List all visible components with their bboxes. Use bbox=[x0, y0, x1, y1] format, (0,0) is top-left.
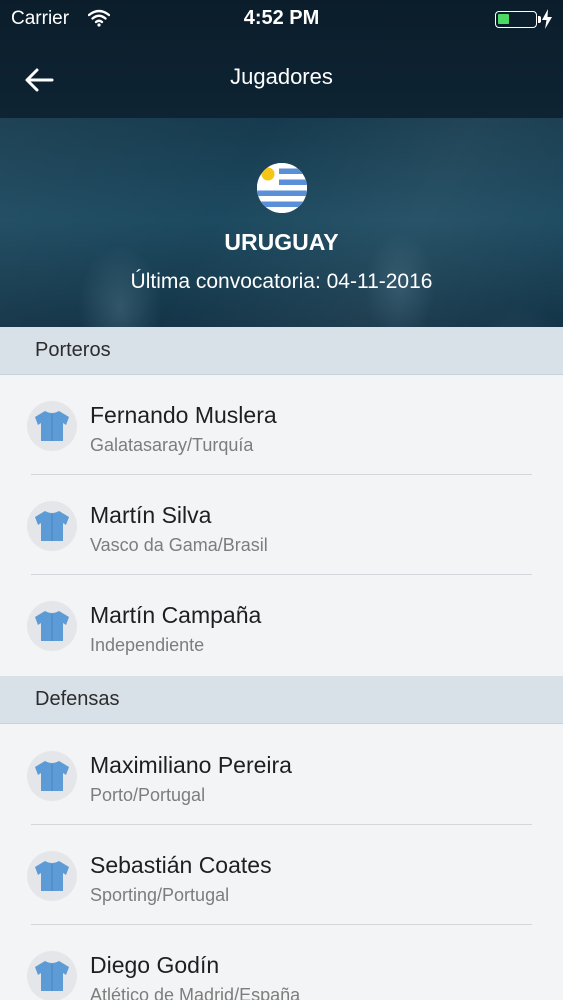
section-header-porteros: Porteros bbox=[0, 327, 563, 375]
header-region: Carrier 4:52 PM Jugadores URUGUAY Última… bbox=[0, 0, 563, 327]
nav-title: Jugadores bbox=[230, 64, 333, 89]
section-label: Porteros bbox=[35, 339, 111, 361]
jersey-avatar bbox=[27, 751, 77, 801]
player-club: Atlético de Madrid/España bbox=[90, 985, 301, 1000]
player-club: Galatasaray/Turquía bbox=[90, 435, 254, 455]
jersey-icon bbox=[35, 411, 69, 441]
player-row[interactable]: Sebastián Coates Sporting/Portugal bbox=[0, 825, 563, 925]
jersey-icon bbox=[35, 511, 69, 541]
player-club: Sporting/Portugal bbox=[90, 885, 230, 905]
section-header-defensas: Defensas bbox=[0, 676, 563, 724]
player-row[interactable]: Martín Campaña Independiente bbox=[0, 575, 563, 675]
uruguay-flag-icon bbox=[257, 163, 307, 213]
battery-level bbox=[498, 14, 509, 24]
player-name: Fernando Muslera bbox=[90, 402, 277, 428]
jersey-avatar bbox=[27, 401, 77, 451]
last-call-date: Última convocatoria: 04-11-2016 bbox=[130, 270, 433, 293]
jersey-icon bbox=[35, 611, 69, 641]
jersey-avatar bbox=[27, 851, 77, 901]
status-bar: Carrier 4:52 PM bbox=[0, 0, 563, 40]
player-club: Porto/Portugal bbox=[90, 785, 206, 805]
player-row[interactable]: Diego Godín Atlético de Madrid/España bbox=[0, 925, 563, 1000]
jersey-icon bbox=[35, 861, 69, 891]
player-row[interactable]: Martín Silva Vasco da Gama/Brasil bbox=[0, 475, 563, 575]
jersey-icon bbox=[35, 761, 69, 791]
player-club: Vasco da Gama/Brasil bbox=[90, 535, 268, 555]
jersey-avatar bbox=[27, 951, 77, 1000]
jersey-icon bbox=[35, 961, 69, 991]
player-name: Diego Godín bbox=[90, 952, 220, 978]
section-label: Defensas bbox=[35, 688, 120, 710]
player-name: Sebastián Coates bbox=[90, 852, 272, 878]
jersey-avatar bbox=[27, 501, 77, 551]
battery-icon bbox=[495, 11, 541, 28]
player-row[interactable]: Fernando Muslera Galatasaray/Turquía bbox=[0, 375, 563, 475]
player-name: Martín Campaña bbox=[90, 602, 262, 628]
player-name: Maximiliano Pereira bbox=[90, 752, 292, 778]
player-club: Independiente bbox=[90, 635, 205, 655]
status-time: 4:52 PM bbox=[243, 7, 320, 29]
jersey-avatar bbox=[27, 601, 77, 651]
team-name: URUGUAY bbox=[224, 229, 339, 255]
nav-bar: Jugadores bbox=[0, 40, 563, 118]
player-row[interactable]: Maximiliano Pereira Porto/Portugal bbox=[0, 725, 563, 825]
charging-bolt-icon bbox=[541, 9, 553, 29]
player-name: Martín Silva bbox=[90, 502, 212, 528]
